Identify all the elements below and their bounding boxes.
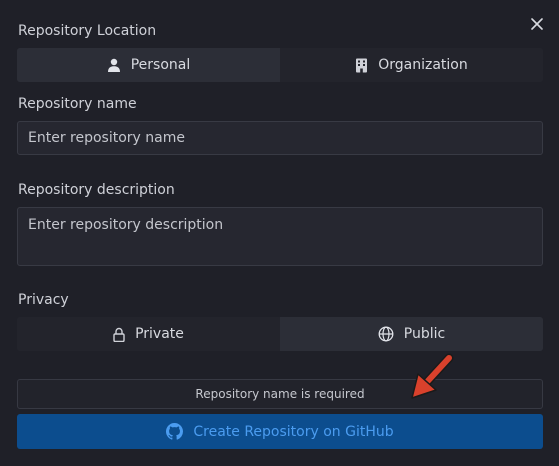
error-text: Repository name is required (195, 387, 365, 401)
privacy-option-private[interactable]: Private (17, 317, 280, 351)
location-option-organization[interactable]: Organization (280, 48, 543, 82)
close-icon (531, 18, 543, 30)
repository-description-input[interactable] (17, 207, 543, 266)
lock-icon (113, 327, 125, 342)
privacy-option-label: Private (135, 326, 184, 342)
building-icon (356, 58, 368, 72)
privacy-selector: Private Public (17, 317, 543, 351)
privacy-option-label: Public (403, 326, 446, 342)
github-icon (166, 423, 184, 440)
privacy-option-public[interactable]: Public (280, 317, 543, 351)
repository-name-input[interactable] (17, 121, 543, 155)
create-repository-button[interactable]: Create Repository on GitHub (17, 414, 543, 449)
globe-icon (378, 326, 394, 342)
create-repository-dialog: Repository Location Personal Organizatio… (0, 0, 559, 466)
create-button-label: Create Repository on GitHub (193, 423, 394, 440)
location-selector: Personal Organization (17, 48, 543, 82)
location-option-label: Organization (378, 57, 468, 73)
validation-error-message: Repository name is required (17, 379, 543, 409)
repository-name-label: Repository name (18, 96, 137, 112)
user-icon (107, 58, 120, 72)
close-button[interactable] (527, 14, 547, 34)
location-option-label: Personal (130, 57, 191, 73)
repository-description-label: Repository description (18, 182, 175, 198)
repository-location-label: Repository Location (18, 23, 157, 39)
privacy-label: Privacy (18, 292, 69, 308)
location-option-personal[interactable]: Personal (17, 48, 280, 82)
